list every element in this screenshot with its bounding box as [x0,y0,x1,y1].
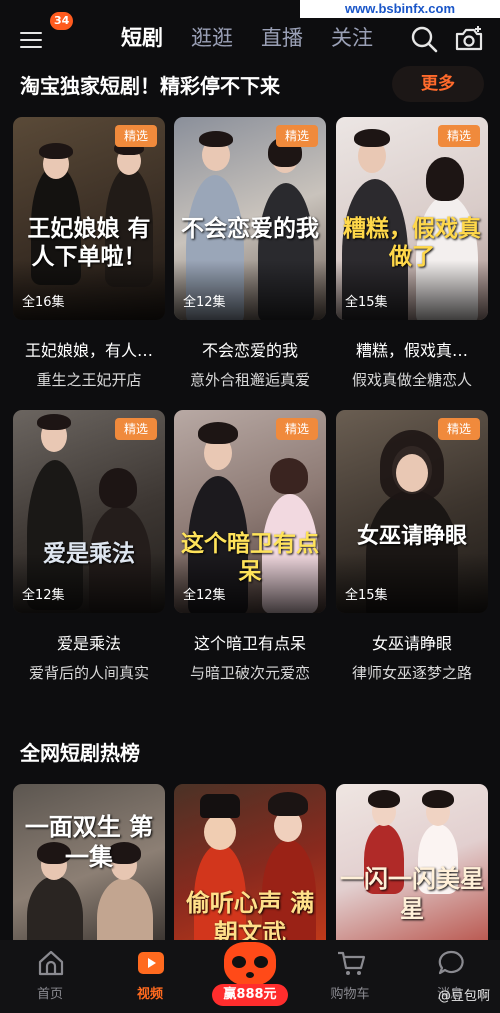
drama-subtitle: 假戏真做全糖恋人 [351,371,472,389]
section-title-hot-list: 全网短剧热榜 [20,741,140,765]
poster-title: 不会恋爱的我 [181,215,319,242]
camera-button[interactable] [454,24,484,54]
tab-browse[interactable]: 逛逛 [191,24,233,52]
tab-live[interactable]: 直播 [261,24,303,52]
hot-drama-card[interactable]: 一面双生 第一集 [13,784,165,944]
top-bar: 34 短剧 逛逛 直播 关注 [0,12,500,60]
more-button[interactable]: 更多 [392,66,484,102]
message-icon [438,950,464,975]
drama-name: 糟糕，假戏真… [355,341,468,360]
search-icon [411,26,438,53]
drama-poster[interactable]: 爱是乘法 精选 全12集 [13,410,165,613]
promo-amount: 赢888元 [212,984,288,1006]
featured-tag: 精选 [276,418,318,440]
drama-name: 爱是乘法 [56,634,121,653]
featured-tag: 精选 [115,418,157,440]
poster-title: 女巫请睁眼 [356,523,467,549]
drama-subtitle: 意外合租邂逅真爱 [189,371,310,389]
uploader-watermark: @豆包啊 [437,989,490,1004]
tab-follow[interactable]: 关注 [331,24,373,52]
poster-title: 爱是乘法 [43,540,135,567]
nav-label: 首页 [36,987,63,1002]
nav-label: 视频 [136,987,163,1002]
drama-name: 这个暗卫有点呆 [193,634,306,653]
drama-poster[interactable]: 女巫请睁眼 精选 全15集 [336,410,488,613]
camera-plus-icon [455,26,483,51]
drama-name: 王妃娘娘，有人… [24,341,153,360]
nav-video[interactable]: 视频 [110,940,190,1013]
nav-cart[interactable]: 购物车 [310,940,390,1013]
featured-tag: 精选 [438,125,480,147]
episode-count: 全12集 [22,588,65,603]
hot-drama-card[interactable]: 偷听心声 满朝文武 [174,784,326,944]
episode-count: 全12集 [183,295,226,310]
drama-poster[interactable]: 王妃娘娘 有人下单啦！ 精选 全16集 [13,117,165,320]
cart-icon [338,951,366,975]
episode-count: 全12集 [183,588,226,603]
poster-title: 王妃娘娘 有人下单啦！ [27,215,151,270]
drama-subtitle: 与暗卫破次元爱恋 [189,664,310,682]
section-title-exclusive: 淘宝独家短剧！精彩停不下来 [20,74,280,98]
promo-button[interactable]: 赢888元 [210,940,290,1006]
drama-poster[interactable]: 糟糕，假戏真做了 精选 全15集 [336,117,488,320]
poster-title: 糟糕，假戏真做了 [343,215,481,270]
menu-button[interactable]: 34 [14,12,74,56]
tab-short-drama[interactable]: 短剧 [121,24,163,52]
video-icon [138,952,164,974]
tmall-cat-icon [224,942,276,986]
episode-count: 全16集 [22,295,65,310]
home-icon [38,950,64,976]
drama-poster[interactable]: 不会恋爱的我 精选 全12集 [174,117,326,320]
episode-count: 全15集 [345,588,388,603]
hot-drama-card[interactable]: 一闪一闪美星星 [336,784,488,944]
featured-tag: 精选 [115,125,157,147]
poster-title: 一面双生 第一集 [24,812,154,871]
featured-tag: 精选 [438,418,480,440]
nav-home[interactable]: 首页 [10,940,90,1013]
featured-tag: 精选 [276,125,318,147]
episode-count: 全15集 [345,295,388,310]
drama-poster[interactable]: 这个暗卫有点呆 精选 全12集 [174,410,326,613]
poster-title: 一闪一闪美星星 [340,864,484,923]
poster-title: 这个暗卫有点呆 [181,530,319,585]
poster-title: 偷听心声 满朝文武 [185,888,315,944]
watermark-text: www.bsbinfx.com [300,0,500,18]
nav-label: 购物车 [330,987,370,1002]
notification-badge: 34 [50,12,74,30]
search-button[interactable] [409,24,439,54]
drama-name: 不会恋爱的我 [201,341,298,360]
drama-subtitle: 爱背后的人间真实 [28,664,149,682]
drama-name: 女巫请睁眼 [371,634,452,653]
drama-subtitle: 律师女巫逐梦之路 [351,664,472,682]
drama-subtitle: 重生之王妃开店 [36,371,142,389]
